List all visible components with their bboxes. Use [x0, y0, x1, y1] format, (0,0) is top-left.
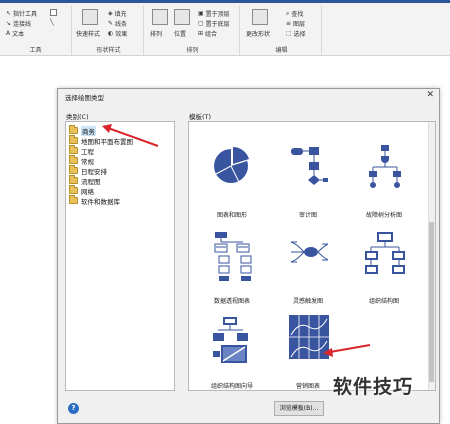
- ribbon-group-shape-style: 快速样式 ◈ 填充 ✎ 线条 ◐ 效果 形状样式: [74, 5, 144, 55]
- folder-icon: [69, 145, 78, 154]
- bring-to-front-button[interactable]: ▣ 置于顶层: [198, 9, 230, 18]
- template-audit-diagram[interactable]: 审计图: [273, 144, 343, 224]
- send-to-back-button[interactable]: ▢ 置于底层: [198, 19, 230, 28]
- layers-button[interactable]: ≡ 图层: [286, 19, 305, 28]
- position-button[interactable]: 位置: [174, 29, 186, 38]
- template-brainstorming[interactable]: 灵感触发图: [273, 230, 343, 310]
- category-item-flowchart[interactable]: 流程图: [69, 175, 101, 186]
- pivot-diagram-icon: [214, 232, 252, 281]
- select-icon: ⬚: [286, 30, 292, 37]
- brainstorm-icon: [290, 241, 329, 263]
- annotation-arrow-category-icon: [102, 124, 159, 147]
- category-item-schedule[interactable]: 日程安排: [69, 165, 107, 176]
- ribbon-group-tools-label: 工具: [29, 47, 42, 54]
- send-back-icon: ▢: [198, 20, 204, 27]
- help-icon[interactable]: ?: [68, 403, 79, 414]
- ribbon-group-edit-label: 编辑: [275, 47, 288, 54]
- template-label: 灵感触发图: [292, 298, 323, 305]
- line-style-button[interactable]: ✎ 线条: [108, 19, 127, 28]
- template-scrollbar[interactable]: [428, 122, 435, 390]
- folder-icon: [69, 125, 78, 134]
- folder-icon: [69, 185, 78, 194]
- ribbon-group-arrange-label: 排列: [186, 47, 199, 54]
- rectangle-tool-button[interactable]: [50, 9, 57, 16]
- org-chart-wizard-icon: [213, 317, 248, 363]
- template-label: 故障树分析图: [365, 212, 402, 219]
- effects-button[interactable]: ◐ 效果: [108, 29, 127, 38]
- watermark-text: 软件技巧: [333, 376, 414, 398]
- dialog-footer: ? 浏览模板(B)...: [58, 397, 439, 423]
- rectangle-icon: [50, 9, 57, 16]
- change-shape-button[interactable]: 更改形状: [246, 29, 270, 38]
- line-tool-button[interactable]: ╲: [50, 19, 54, 26]
- fault-tree-icon: [369, 145, 401, 188]
- annotation-arrow-template-icon: [323, 344, 371, 357]
- ribbon: ↖ 指针工具 ↘ 连接线 A 文本 ╲ 工具 快速样式 ◈ 填充 ✎ 线条 ◐ 效果 形状样…: [0, 3, 450, 56]
- effects-icon: ◐: [108, 30, 114, 37]
- audit-diagram-icon: [291, 147, 328, 185]
- folder-icon: [69, 165, 78, 174]
- folder-icon: [69, 135, 78, 144]
- folder-icon: [69, 195, 78, 204]
- quick-style-button[interactable]: 快速样式: [76, 29, 100, 38]
- fill-button[interactable]: ◈ 填充: [108, 9, 127, 18]
- line-icon: ╲: [50, 19, 54, 26]
- line-style-icon: ✎: [108, 20, 114, 27]
- template-charts-graphs[interactable]: 图表和图形: [197, 144, 267, 224]
- template-org-chart-wizard[interactable]: 组织结构图向导: [197, 315, 267, 390]
- template-fault-tree[interactable]: 故障树分析图: [349, 144, 419, 224]
- category-item-business[interactable]: 商务: [69, 125, 96, 136]
- pointer-tool-button[interactable]: ↖ 指针工具: [6, 9, 37, 18]
- template-label: 模板(T): [189, 113, 212, 121]
- category-item-network[interactable]: 网络: [69, 185, 94, 196]
- template-pivot-diagram[interactable]: 数据透视图表: [197, 230, 267, 310]
- template-label: 组织结构图向导: [210, 383, 253, 390]
- category-item-engineering[interactable]: 工程: [69, 145, 94, 156]
- ribbon-group-tools: ↖ 指针工具 ↘ 连接线 A 文本 ╲ 工具: [0, 5, 72, 55]
- bring-front-icon: ▣: [198, 10, 204, 17]
- category-item-general[interactable]: 常规: [69, 155, 94, 166]
- arrange-button[interactable]: 排列: [150, 29, 162, 38]
- template-org-chart[interactable]: 组织结构图: [349, 230, 419, 310]
- layers-icon: ≡: [286, 20, 292, 27]
- browse-templates-button[interactable]: 浏览模板(B)...: [274, 401, 324, 416]
- pie-chart-icon: [214, 147, 249, 183]
- template-label: 数据透视图表: [213, 298, 250, 305]
- template-label: 图表和图形: [216, 212, 247, 219]
- category-list: 商务 地图和平面布置图 工程 常规 日程安排 流程图 网络 软件和数据库: [65, 121, 175, 391]
- select-button[interactable]: ⬚ 选择: [286, 29, 306, 38]
- fill-icon: ◈: [108, 10, 113, 17]
- category-label: 类别(C): [66, 113, 89, 121]
- connector-button[interactable]: ↘ 连接线: [6, 19, 31, 28]
- folder-icon: [69, 175, 78, 184]
- dialog-title: 选择绘图类型: [65, 94, 104, 102]
- close-icon[interactable]: ✕: [426, 90, 434, 100]
- category-item-software-database[interactable]: 软件和数据库: [69, 195, 120, 206]
- group-button[interactable]: ⊞ 组合: [198, 29, 217, 38]
- template-label: 审计图: [298, 212, 317, 219]
- group-icon: ⊞: [198, 30, 204, 37]
- search-icon: ⌕: [286, 9, 290, 17]
- scrollbar-thumb[interactable]: [429, 222, 434, 382]
- text-tool-button[interactable]: A 文本: [6, 29, 24, 38]
- position-icon: [174, 9, 190, 25]
- change-shape-icon: [252, 9, 268, 25]
- org-chart-icon: [365, 232, 405, 274]
- quick-style-icon: [82, 9, 98, 25]
- folder-icon: [69, 155, 78, 164]
- arrange-icon: [152, 9, 168, 25]
- ribbon-group-edit: 更改形状 ⌕ 查找 ≡ 图层 ⬚ 选择 编辑: [242, 5, 322, 55]
- find-button[interactable]: ⌕ 查找: [286, 9, 303, 19]
- text-icon: A: [6, 30, 11, 37]
- pointer-icon: ↖: [6, 10, 12, 17]
- ribbon-group-shape-style-label: 形状样式: [96, 47, 121, 54]
- ribbon-group-arrange: 排列 位置 ▣ 置于顶层 ▢ 置于底层 ⊞ 组合 排列: [146, 5, 240, 55]
- connector-icon: ↘: [6, 20, 12, 27]
- template-label: 组织结构图: [368, 298, 399, 305]
- template-list: 图表和图形 审计图 故障树分析图 数据透视图表 灵感触发图 组织结构图 组织结构…: [188, 121, 436, 391]
